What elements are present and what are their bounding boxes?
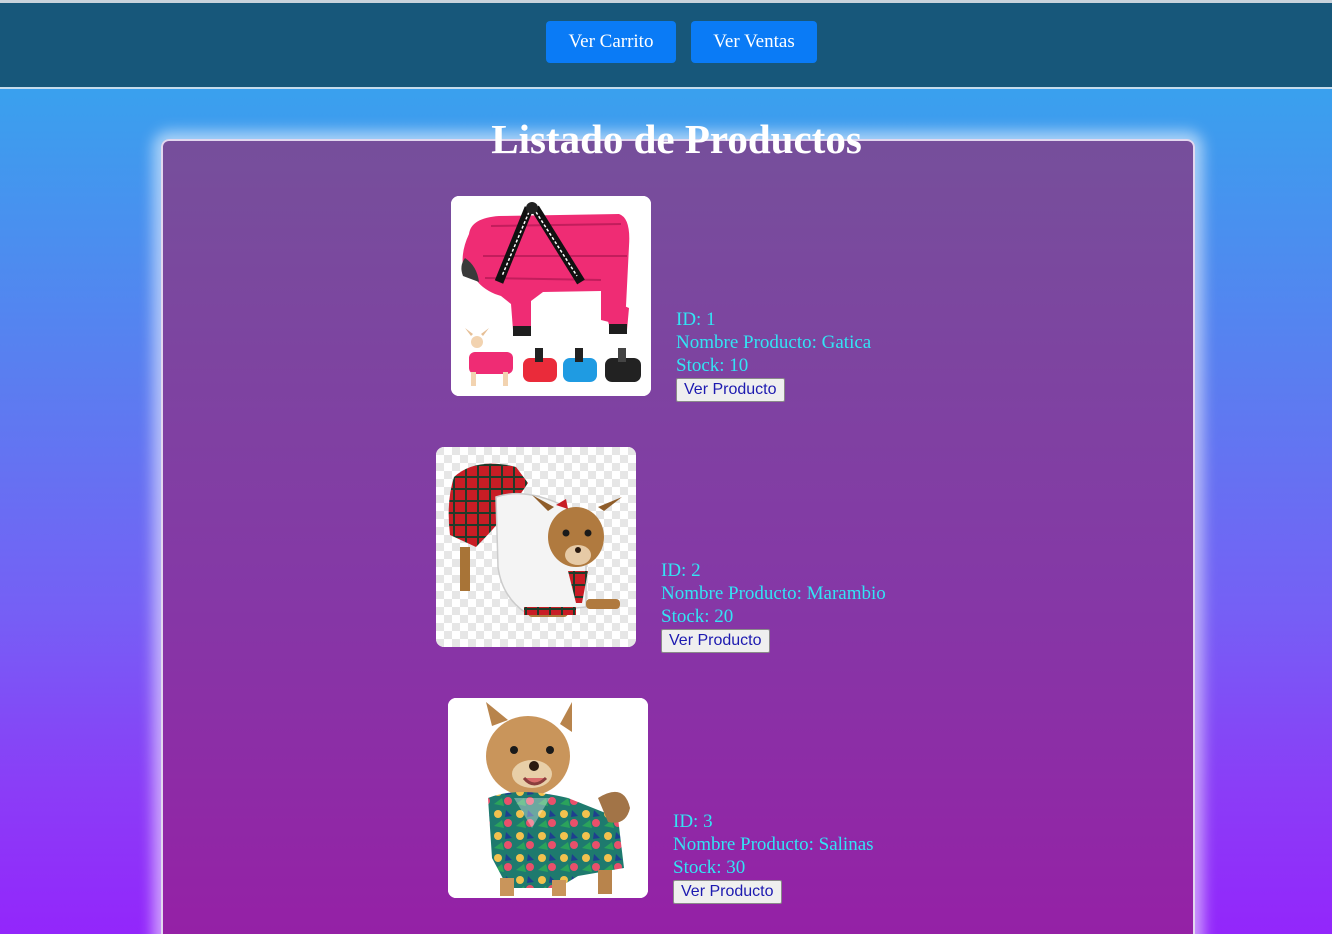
- pink-dog-jacket-photo: [451, 196, 651, 396]
- product-name: Nombre Producto: Marambio: [661, 583, 886, 604]
- page-title: Listado de Productos: [491, 116, 862, 162]
- product-name: Nombre Producto: Salinas: [673, 834, 874, 855]
- product-info: ID: 1 Nombre Producto: Gatica Stock: 10 …: [676, 308, 871, 402]
- top-nav-bar: Ver Carrito Ver Ventas: [0, 3, 1332, 89]
- product-stock: Stock: 10: [676, 355, 749, 376]
- product-info: ID: 2 Nombre Producto: Marambio Stock: 2…: [661, 559, 886, 653]
- plaid-skirt-dog-photo: [436, 447, 636, 647]
- hawaiian-shirt-dog-photo: [448, 698, 648, 898]
- product-stock: Stock: 30: [673, 857, 746, 878]
- view-product-button[interactable]: Ver Producto: [661, 629, 770, 653]
- product-id: ID: 2: [661, 560, 701, 581]
- product-id: ID: 1: [676, 309, 716, 330]
- product-image: [436, 447, 636, 647]
- view-cart-button[interactable]: Ver Carrito: [546, 21, 676, 63]
- view-product-button[interactable]: Ver Producto: [673, 880, 782, 904]
- view-sales-button[interactable]: Ver Ventas: [691, 21, 817, 63]
- product-name: Nombre Producto: Gatica: [676, 332, 872, 353]
- view-product-button[interactable]: Ver Producto: [676, 378, 785, 402]
- product-stock: Stock: 20: [661, 606, 734, 627]
- product-id: ID: 3: [673, 811, 713, 832]
- product-image: [448, 698, 648, 898]
- product-image: [451, 196, 651, 396]
- product-info: ID: 3 Nombre Producto: Salinas Stock: 30…: [673, 810, 874, 904]
